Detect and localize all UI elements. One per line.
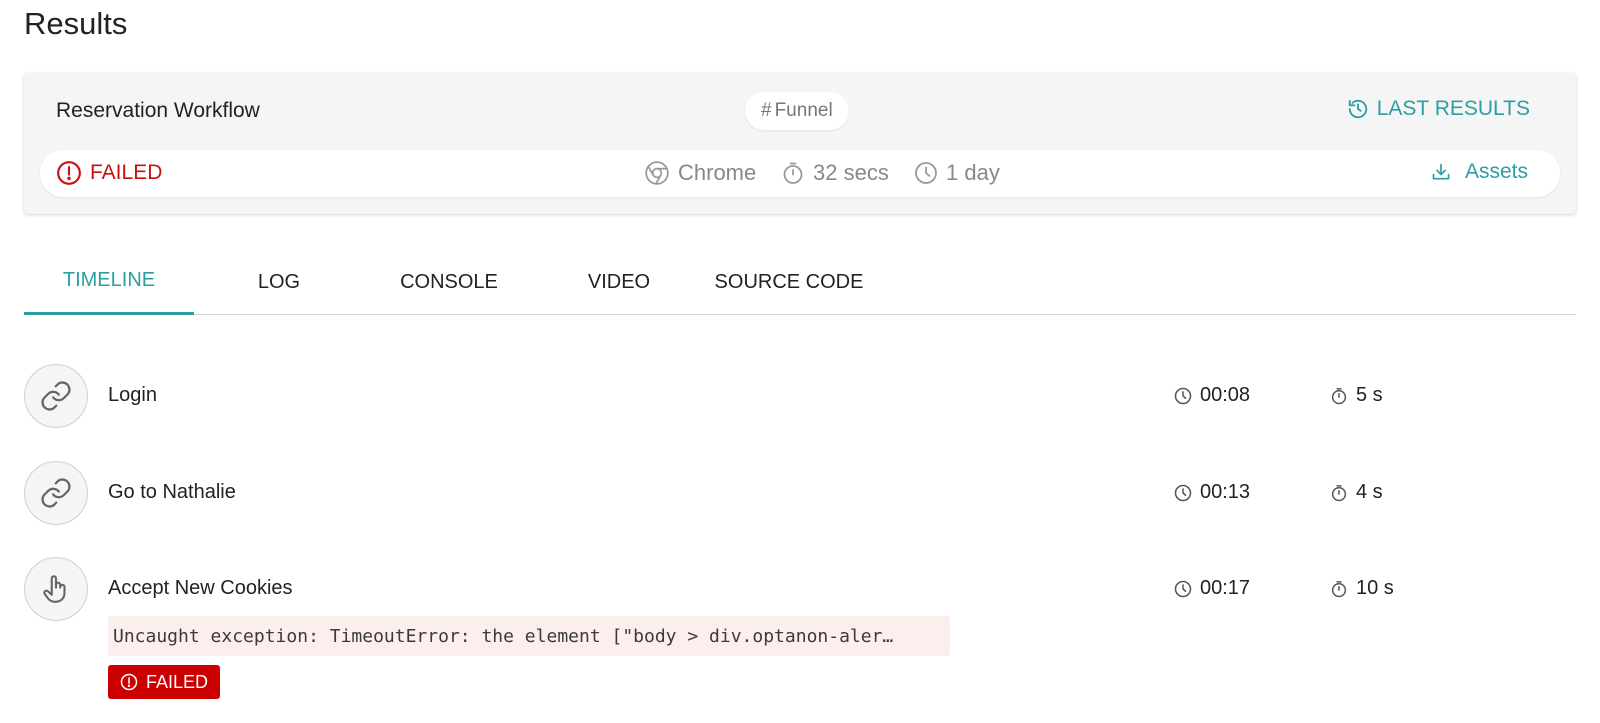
age-text: 1 day (946, 160, 1000, 185)
step-time-text: 00:13 (1200, 481, 1251, 503)
result-summary-card: Reservation Workflow # Funnel LAST RESUL… (24, 73, 1576, 214)
browser-name: Chrome (678, 160, 757, 185)
hash-symbol: # (761, 100, 772, 121)
last-results-label: LAST RESULTS (1376, 97, 1530, 120)
pointer-hand-icon (43, 575, 66, 603)
assets-button[interactable]: Assets (1431, 160, 1528, 184)
chrome-icon (645, 161, 669, 185)
duration-info: 32 secs (781, 160, 889, 186)
tab-timeline[interactable]: TIMELINE (24, 249, 194, 315)
clock-icon (1174, 580, 1192, 597)
status-text: FAILED (90, 161, 163, 184)
step-failed-badge: FAILED (108, 665, 221, 699)
tab-video[interactable]: VIDEO (534, 249, 704, 315)
step-duration: 4 s (1330, 481, 1383, 504)
error-circle-icon (57, 161, 81, 185)
step-duration: 5 s (1330, 384, 1383, 407)
link-icon (41, 381, 71, 411)
step-duration: 10 s (1330, 577, 1394, 600)
status-bar: FAILED Chrome 32 secs 1 day Assets (40, 150, 1560, 197)
step-icon (24, 557, 88, 621)
last-results-button[interactable]: LAST RESULTS (1347, 97, 1530, 121)
clock-icon (1174, 484, 1192, 501)
stopwatch-icon (1331, 387, 1347, 404)
step-icon (24, 364, 88, 428)
tag-label: Funnel (774, 100, 833, 121)
step-duration-text: 5 s (1356, 384, 1383, 406)
step-time-text: 00:08 (1200, 384, 1251, 406)
step-label: Go to Nathalie (108, 481, 236, 503)
step-icon (24, 461, 88, 525)
tab-log[interactable]: LOG (194, 249, 364, 315)
tag-chip[interactable]: # Funnel (745, 92, 849, 130)
step-start-time: 00:08 (1174, 384, 1250, 407)
step-duration-text: 4 s (1356, 481, 1383, 503)
tab-source-code[interactable]: SOURCE CODE (704, 249, 874, 315)
browser-info: Chrome (644, 160, 756, 186)
test-name: Reservation Workflow (56, 99, 260, 122)
result-tabs: TIMELINE LOG CONSOLE VIDEO SOURCE CODE (24, 249, 1576, 315)
step-label: Accept New Cookies (108, 577, 293, 599)
age-info: 1 day (914, 160, 1000, 186)
step-start-time: 00:17 (1174, 577, 1250, 600)
stopwatch-icon (783, 162, 803, 184)
step-time-text: 00:17 (1200, 577, 1251, 599)
error-message[interactable]: Uncaught exception: TimeoutError: the el… (108, 616, 950, 656)
history-icon (1348, 99, 1367, 119)
status-failed: FAILED (56, 160, 162, 186)
error-circle-icon (120, 673, 138, 691)
step-start-time: 00:13 (1174, 481, 1250, 504)
clock-icon (1174, 387, 1192, 404)
link-icon (41, 478, 71, 508)
error-text: Uncaught exception: TimeoutError: the el… (113, 625, 894, 647)
duration-text: 32 secs (813, 160, 889, 185)
stopwatch-icon (1331, 580, 1347, 597)
step-label: Login (108, 384, 157, 406)
tab-console[interactable]: CONSOLE (364, 249, 534, 315)
assets-label: Assets (1464, 160, 1528, 183)
download-icon (1432, 163, 1450, 180)
stopwatch-icon (1331, 484, 1347, 501)
step-duration-text: 10 s (1356, 577, 1394, 599)
clock-icon (915, 162, 937, 184)
page-title: Results (24, 6, 128, 41)
step-status-text: FAILED (146, 671, 209, 692)
